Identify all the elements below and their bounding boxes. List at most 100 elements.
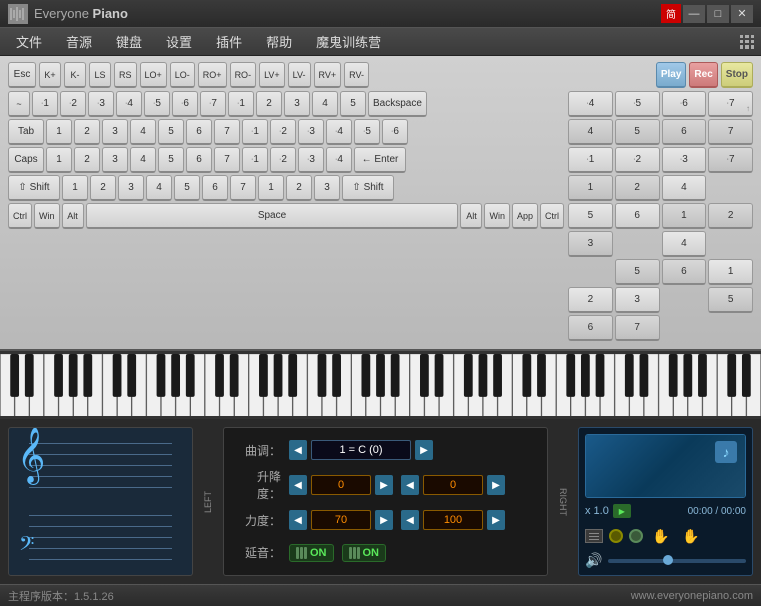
rk-5a[interactable]: ·5 bbox=[615, 91, 660, 117]
rk-7a[interactable]: ·7↑ bbox=[708, 91, 753, 117]
rk-6d[interactable]: 6 bbox=[662, 259, 707, 285]
close-button[interactable]: ✕ bbox=[731, 5, 753, 23]
alt-right-key[interactable]: Alt bbox=[460, 203, 482, 229]
key-1b[interactable]: ·1 bbox=[228, 91, 254, 117]
key-7a[interactable]: ·7 bbox=[200, 91, 226, 117]
rv-minus-key[interactable]: RV- bbox=[344, 62, 369, 88]
delay-toggle-2[interactable]: ON bbox=[342, 544, 387, 562]
win-right-key[interactable]: Win bbox=[484, 203, 510, 229]
rk-1a[interactable]: ·1 bbox=[568, 147, 613, 173]
menu-keyboard[interactable]: 键盘 bbox=[104, 28, 154, 55]
rk-3d[interactable]: 3 bbox=[615, 287, 660, 313]
menu-training[interactable]: 魔鬼训练营 bbox=[304, 28, 393, 55]
key-6e[interactable]: 6 bbox=[186, 147, 212, 173]
rk-5e[interactable]: 5 bbox=[708, 287, 753, 313]
key-4d[interactable]: ·4 bbox=[326, 119, 352, 145]
key-5g[interactable]: 5 bbox=[174, 175, 200, 201]
menu-audio[interactable]: 音源 bbox=[54, 28, 104, 55]
backspace-key[interactable]: Backspace bbox=[368, 91, 427, 117]
key-5d[interactable]: ·5 bbox=[354, 119, 380, 145]
rk-7b[interactable]: 7 bbox=[708, 119, 753, 145]
key-3b[interactable]: 3 bbox=[284, 91, 310, 117]
rk-6a[interactable]: ·6 bbox=[662, 91, 707, 117]
lo-minus-key[interactable]: LO- bbox=[170, 62, 195, 88]
shift-left-key[interactable]: ⇧ Shift bbox=[8, 175, 60, 201]
rk-7c[interactable]: ·7 bbox=[708, 147, 753, 173]
key-6c[interactable]: 6 bbox=[186, 119, 212, 145]
key-2c[interactable]: 2 bbox=[74, 119, 100, 145]
rk-2d[interactable]: 2 bbox=[568, 287, 613, 313]
app-key[interactable]: App bbox=[512, 203, 538, 229]
rk-2c[interactable]: 2 bbox=[708, 203, 753, 229]
ctrl-right-key[interactable]: Ctrl bbox=[540, 203, 564, 229]
key-2g[interactable]: 2 bbox=[90, 175, 116, 201]
key-4g[interactable]: 4 bbox=[146, 175, 172, 201]
key-1c[interactable]: 1 bbox=[46, 119, 72, 145]
strength1-up-button[interactable]: ▶ bbox=[375, 510, 393, 530]
key-4e[interactable]: 4 bbox=[130, 147, 156, 173]
key-5e[interactable]: 5 bbox=[158, 147, 184, 173]
rk-5b[interactable]: 5 bbox=[615, 119, 660, 145]
key-1d[interactable]: ·1 bbox=[242, 119, 268, 145]
rk-2a[interactable]: ·2 bbox=[615, 147, 660, 173]
menu-file[interactable]: 文件 bbox=[4, 28, 54, 55]
rk-3c[interactable]: 3 bbox=[568, 231, 613, 257]
key-4b[interactable]: 4 bbox=[312, 91, 338, 117]
key-7e[interactable]: 7 bbox=[214, 147, 240, 173]
menu-settings[interactable]: 设置 bbox=[154, 28, 204, 55]
rk-1d[interactable]: 1 bbox=[708, 259, 753, 285]
enter-key[interactable]: ← Enter bbox=[354, 147, 406, 173]
rk-4d[interactable]: 4 bbox=[662, 231, 707, 257]
key-3d[interactable]: ·3 bbox=[298, 119, 324, 145]
esc-key[interactable]: Esc bbox=[8, 62, 36, 88]
delay-toggle-1[interactable]: ON bbox=[289, 544, 334, 562]
rk-5d[interactable]: 5 bbox=[615, 259, 660, 285]
rk-2b[interactable]: 2 bbox=[615, 175, 660, 201]
strength2-down-button[interactable]: ◀ bbox=[401, 510, 419, 530]
volume-slider[interactable] bbox=[608, 559, 746, 563]
key-2f[interactable]: ·2 bbox=[270, 147, 296, 173]
rk-1c[interactable]: 1 bbox=[662, 203, 707, 229]
key-5c[interactable]: 5 bbox=[158, 119, 184, 145]
key-3e[interactable]: 3 bbox=[102, 147, 128, 173]
key-1f[interactable]: ·1 bbox=[242, 147, 268, 173]
pitch2-down-button[interactable]: ◀ bbox=[401, 475, 419, 495]
key-1e[interactable]: 1 bbox=[46, 147, 72, 173]
key-3g[interactable]: 3 bbox=[118, 175, 144, 201]
rk-4c[interactable]: 4 bbox=[662, 175, 707, 201]
right-hand-button[interactable]: ✋ bbox=[679, 526, 703, 546]
maximize-button[interactable]: □ bbox=[707, 5, 729, 23]
key-3a[interactable]: ·3 bbox=[88, 91, 114, 117]
space-key[interactable]: Space bbox=[86, 203, 459, 229]
lang-button[interactable]: 简 bbox=[661, 4, 681, 23]
k-plus-key[interactable]: K+ bbox=[39, 62, 61, 88]
rk-5c[interactable]: 5 bbox=[568, 203, 613, 229]
key-5b[interactable]: 5 bbox=[340, 91, 366, 117]
key-6g[interactable]: 6 bbox=[202, 175, 228, 201]
pitch1-down-button[interactable]: ◀ bbox=[289, 475, 307, 495]
left-hand-button[interactable]: ✋ bbox=[649, 526, 673, 546]
key-3f[interactable]: ·3 bbox=[298, 147, 324, 173]
rk-6b[interactable]: 6 bbox=[662, 119, 707, 145]
key-4a[interactable]: ·4 bbox=[116, 91, 142, 117]
rk-3a[interactable]: ·3 bbox=[662, 147, 707, 173]
pitch2-up-button[interactable]: ▶ bbox=[487, 475, 505, 495]
key-6a[interactable]: ·6 bbox=[172, 91, 198, 117]
rec-button[interactable]: Rec bbox=[689, 62, 717, 88]
key-up-button[interactable]: ▶ bbox=[415, 440, 433, 460]
k-minus-key[interactable]: K- bbox=[64, 62, 86, 88]
lv-plus-key[interactable]: LV+ bbox=[259, 62, 285, 88]
key-2b[interactable]: 2 bbox=[256, 91, 282, 117]
menu-icon[interactable] bbox=[585, 529, 603, 543]
alt-left-key[interactable]: Alt bbox=[62, 203, 84, 229]
key-1g[interactable]: 1 bbox=[62, 175, 88, 201]
instrument-dot-1[interactable] bbox=[609, 529, 623, 543]
lv-minus-key[interactable]: LV- bbox=[288, 62, 311, 88]
key-7c[interactable]: 7 bbox=[214, 119, 240, 145]
rk-1b[interactable]: 1 bbox=[568, 175, 613, 201]
key-2d[interactable]: ·2 bbox=[270, 119, 296, 145]
ctrl-left-key[interactable]: Ctrl bbox=[8, 203, 32, 229]
grid-icon[interactable] bbox=[737, 32, 757, 52]
tab-key[interactable]: Tab bbox=[8, 119, 44, 145]
music-note-icon[interactable]: ♪ bbox=[715, 441, 737, 463]
